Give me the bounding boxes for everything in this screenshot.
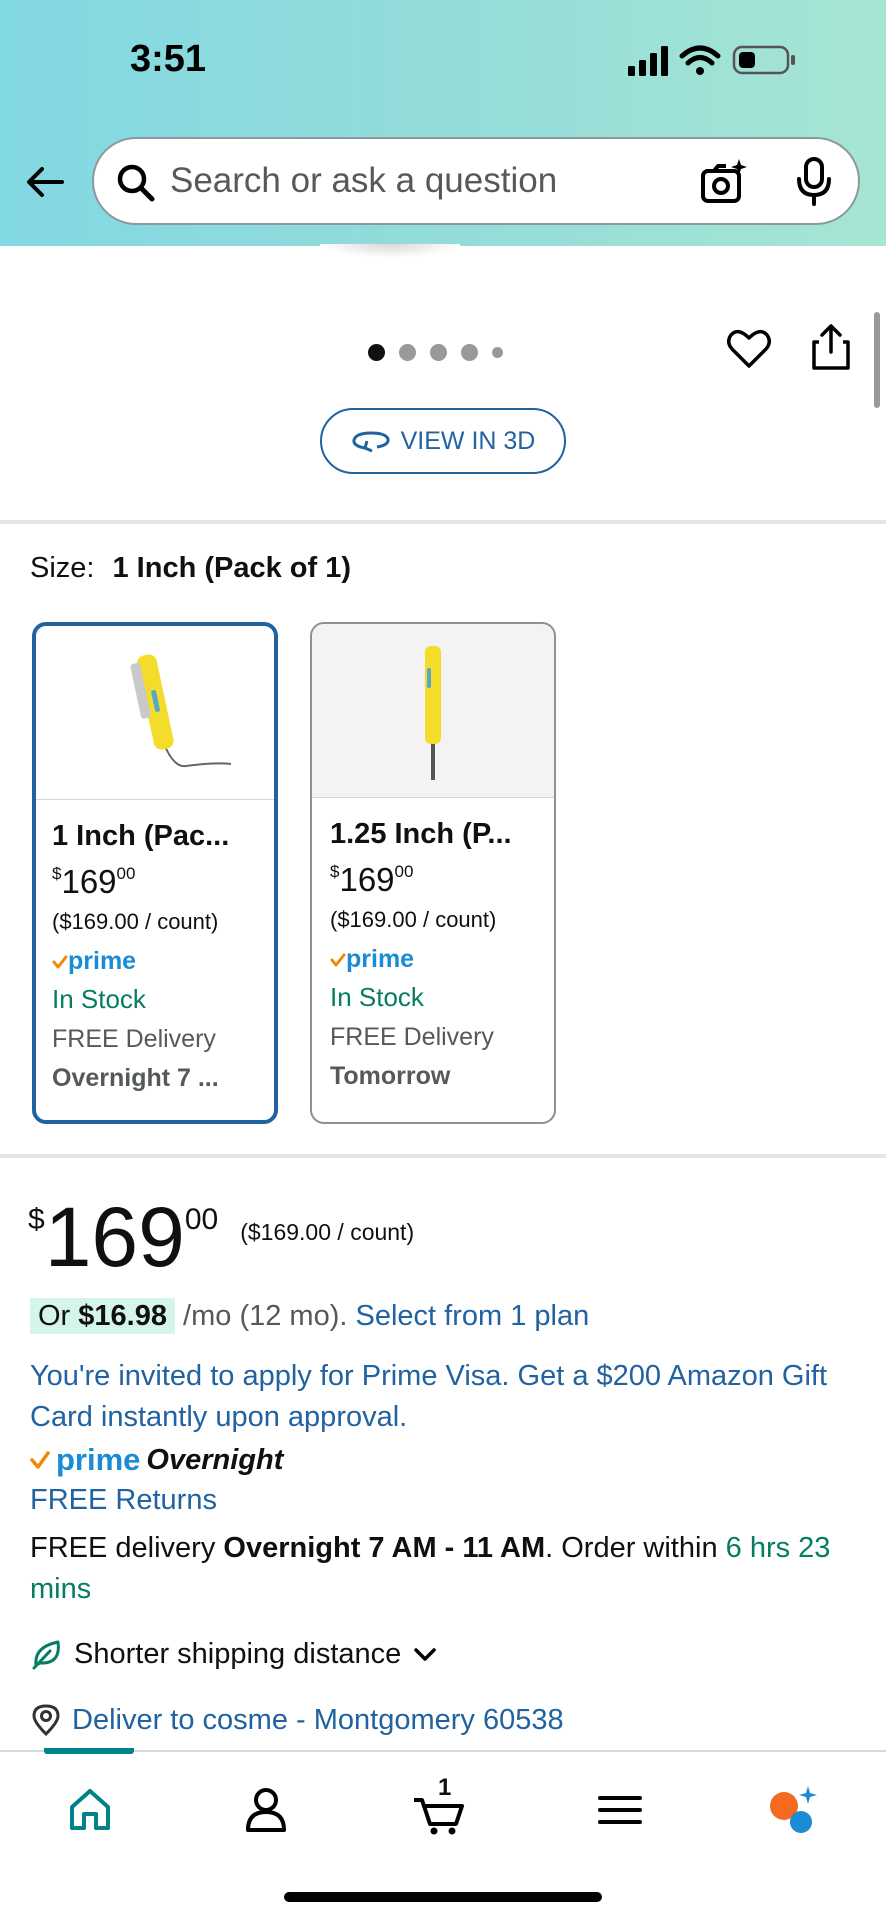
size-option-image (36, 626, 274, 800)
header: 3:51 Search or ask a question (0, 0, 886, 246)
size-option-price: $16900 (330, 861, 554, 899)
size-option-image (312, 624, 554, 798)
chevron-down-icon (414, 1648, 437, 1661)
size-option-card-selected[interactable]: 1 Inch (Pac... $16900 ($169.00 / count) … (32, 622, 278, 1124)
delivery-date: Tomorrow (330, 1062, 451, 1090)
camera-search-icon[interactable] (698, 157, 748, 207)
size-option-unit-price: ($169.00 / count) (52, 909, 219, 934)
delivery-label: FREE Delivery (330, 1023, 494, 1051)
view-in-3d-label: VIEW IN 3D (400, 426, 536, 455)
prime-check-icon (30, 1451, 50, 1469)
product-price: $ 169 00 ($169.00 / count) (28, 1195, 414, 1279)
prime-check-icon (52, 955, 68, 968)
deliver-to-address: Deliver to cosme - Montgomery 60538 (72, 1703, 564, 1736)
stock-status: In Stock (52, 984, 146, 1014)
financing-amount: $16.98 (78, 1300, 167, 1332)
financing-or: Or (38, 1300, 71, 1332)
select-plan-link[interactable]: Select from 1 plan (355, 1300, 589, 1332)
active-tab-indicator (44, 1748, 134, 1754)
financing-highlight: Or $16.98 (30, 1298, 175, 1334)
free-returns-link[interactable]: FREE Returns (30, 1484, 217, 1517)
home-icon[interactable] (60, 1780, 120, 1840)
price-whole: 169 (44, 1190, 185, 1284)
image-pager[interactable] (368, 342, 503, 362)
shipping-distance-toggle[interactable]: Shorter shipping distance (30, 1637, 439, 1671)
pager-dot[interactable] (399, 343, 416, 361)
cart-count: 1 (438, 1774, 452, 1801)
search-input[interactable]: Search or ask a question (92, 137, 860, 225)
leaf-icon (32, 1640, 60, 1670)
shipping-note: Shorter shipping distance (74, 1637, 402, 1670)
delivery-prefix: FREE delivery (30, 1532, 216, 1564)
order-within: . Order within (545, 1532, 718, 1564)
financing-term: /mo (12 mo). (183, 1300, 348, 1332)
search-icon (117, 164, 155, 202)
size-option-price: $16900 (52, 863, 274, 901)
heart-icon[interactable] (726, 326, 772, 372)
price-cents: 00 (394, 862, 414, 881)
price-cents: 00 (116, 864, 136, 883)
prime-label: prime (346, 945, 415, 973)
hair-straightener-image (130, 654, 232, 768)
delivery-label: FREE Delivery (52, 1025, 216, 1053)
home-indicator (284, 1892, 602, 1902)
prime-label: prime (68, 947, 137, 975)
pager-dot[interactable] (461, 343, 478, 361)
price-cents: 00 (184, 1203, 219, 1236)
size-option-title: 1 Inch (Pac... (52, 820, 230, 852)
price-whole: 169 (61, 863, 117, 900)
size-option-card[interactable]: 1.25 Inch (P... $16900 ($169.00 / count)… (310, 622, 556, 1124)
menu-icon[interactable] (590, 1780, 650, 1840)
prime-badge: prime (330, 945, 554, 974)
pager-dot[interactable] (430, 343, 447, 361)
stock-status: In Stock (330, 982, 424, 1012)
status-icons (628, 45, 795, 76)
delivery-window: Overnight 7 AM - 11 AM (223, 1532, 546, 1564)
price-whole: 169 (339, 861, 395, 898)
pager-dot[interactable] (368, 343, 385, 361)
view-in-3d-button[interactable]: VIEW IN 3D (320, 408, 566, 474)
size-option-title: 1.25 Inch (P... (330, 818, 512, 850)
size-selected-value: 1 Inch (Pack of 1) (112, 552, 351, 584)
rufus-assistant-icon[interactable] (762, 1780, 822, 1840)
back-arrow-icon[interactable] (22, 158, 70, 206)
currency-symbol: $ (28, 1203, 45, 1236)
scrollbar[interactable] (874, 312, 880, 408)
cart-button[interactable]: 1 (410, 1774, 470, 1840)
prime-label: prime (56, 1442, 141, 1477)
account-icon[interactable] (236, 1780, 296, 1840)
prime-overnight-badge: prime Overnight (30, 1442, 283, 1478)
section-divider (0, 1154, 886, 1158)
search-placeholder: Search or ask a question (170, 161, 558, 200)
battery-icon (732, 45, 795, 75)
prime-visa-offer-link[interactable]: You're invited to apply for Prime Visa. … (30, 1356, 860, 1438)
section-divider (0, 520, 886, 524)
wifi-icon (679, 45, 721, 66)
price-unit: ($169.00 / count) (240, 1219, 415, 1245)
deliver-to-link[interactable]: Deliver to cosme - Montgomery 60538 (30, 1703, 564, 1737)
prime-check-icon (330, 953, 346, 966)
financing-offer: Or $16.98 /mo (12 mo). Select from 1 pla… (30, 1298, 589, 1334)
prime-badge: prime (52, 947, 274, 976)
microphone-icon[interactable] (792, 155, 836, 207)
hair-straightener-image (425, 646, 441, 780)
size-label: Size: 1 Inch (Pack of 1) (30, 552, 351, 585)
product-image-edge (320, 244, 460, 258)
signal-icon (628, 46, 668, 76)
location-pin-icon (32, 1704, 60, 1737)
pager-dot[interactable] (492, 346, 503, 358)
delivery-date: Overnight 7 ... (52, 1064, 219, 1092)
overnight-label: Overnight (146, 1443, 284, 1476)
delivery-info: FREE delivery Overnight 7 AM - 11 AM. Or… (30, 1528, 860, 1610)
rotate-3d-icon (352, 431, 390, 453)
size-option-unit-price: ($169.00 / count) (330, 907, 497, 932)
share-icon[interactable] (810, 322, 852, 372)
size-label-text: Size: (30, 552, 95, 584)
status-time: 3:51 (130, 38, 207, 80)
